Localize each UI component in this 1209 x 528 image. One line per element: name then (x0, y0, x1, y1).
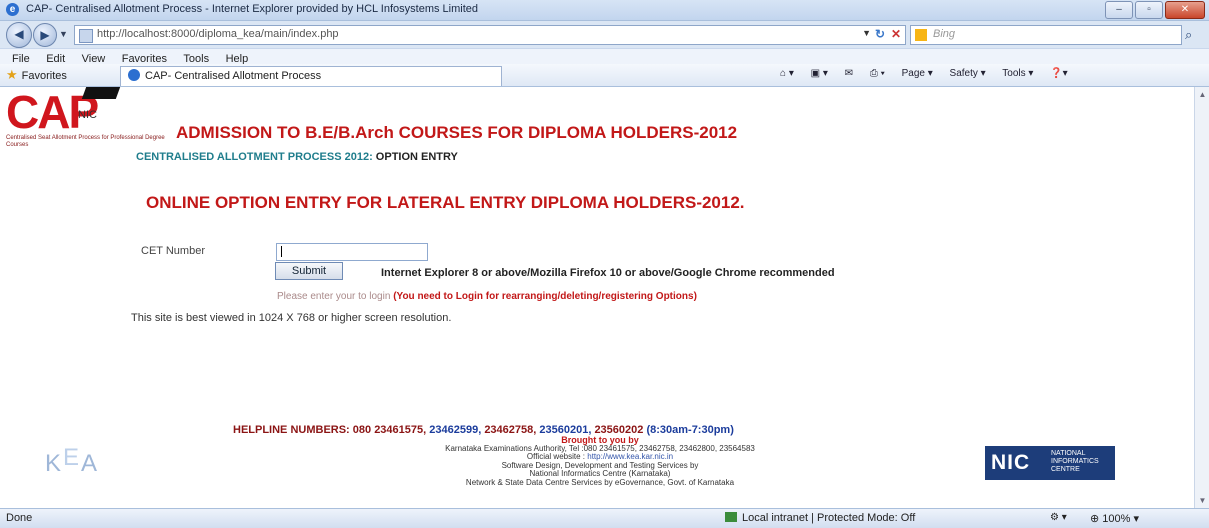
feeds-icon[interactable]: ▣ ▾ (811, 68, 828, 79)
network-credit: Network & State Data Centre Services by … (465, 477, 735, 487)
website-link[interactable]: http://www.kea.kar.nic.in (587, 452, 673, 461)
subheading-prefix: CENTRALISED ALLOTMENT PROCESS 2012: (136, 151, 373, 163)
zoom-text: 100% (1102, 513, 1131, 525)
close-button[interactable]: ✕ (1165, 1, 1205, 19)
nic-logo: NIC NATIONAL INFORMATICS CENTRE (985, 446, 1115, 480)
search-box[interactable]: Bing (910, 25, 1182, 45)
protected-icon[interactable]: ⚙ ▾ (1050, 512, 1067, 523)
refresh-icon[interactable]: ↻ (875, 27, 885, 41)
page-subheading: CENTRALISED ALLOTMENT PROCESS 2012: OPTI… (136, 151, 458, 163)
print-icon[interactable]: ⎙ ▾ (870, 68, 885, 79)
graduation-cap-icon (81, 87, 121, 99)
status-bar: Done Local intranet | Protected Mode: Of… (0, 508, 1209, 528)
mail-icon[interactable]: ✉ (845, 68, 853, 79)
help-icon[interactable]: ❓▾ (1050, 68, 1067, 79)
star-icon: ★ (6, 67, 18, 82)
logo-nic: NIC (78, 109, 97, 121)
nic-logo-text: NATIONAL INFORMATICS CENTRE (1051, 450, 1099, 473)
browser-tab[interactable]: CAP- Centralised Allotment Process (120, 66, 502, 86)
back-icon[interactable]: ◀ (6, 22, 32, 48)
scroll-up-icon[interactable]: ▲ (1195, 87, 1209, 102)
page-icon (79, 29, 93, 43)
login-hint: Please enter your to login (You need to … (277, 291, 697, 302)
zoom-level[interactable]: ⊕ 100% ▾ (1090, 512, 1139, 525)
bing-icon (915, 29, 927, 41)
status-text: Done (6, 512, 33, 524)
tab-ie-icon (128, 69, 140, 81)
submit-button[interactable]: Submit (275, 262, 343, 280)
menu-bar: File Edit View Favorites Tools Help (0, 48, 1209, 65)
minimize-button[interactable]: – (1105, 1, 1133, 19)
home-icon[interactable]: ⌂ ▾ (780, 68, 794, 79)
ie-icon: e (6, 3, 19, 16)
address-bar[interactable]: http://localhost:8000/diploma_kea/main/i… (74, 25, 906, 45)
cet-number-input[interactable] (276, 243, 428, 261)
forward-icon[interactable]: ▶ (33, 23, 57, 47)
window-title: CAP- Centralised Allotment Process - Int… (26, 3, 478, 15)
helpline-label: HELPLINE NUMBERS: 080 23461575, (233, 424, 427, 436)
address-dropdown-icon[interactable]: ▼ (862, 28, 871, 38)
cap-logo: CAP NIC Centralised Seat Allotment Proce… (6, 87, 165, 148)
tools-menu[interactable]: Tools ▾ (1002, 68, 1033, 79)
safety-menu[interactable]: Safety ▾ (950, 68, 986, 79)
favorites-button[interactable]: ★ Favorites (6, 67, 67, 83)
page-title: ONLINE OPTION ENTRY FOR LATERAL ENTRY DI… (146, 193, 745, 212)
security-zone: Local intranet | Protected Mode: Off (725, 512, 915, 524)
zone-text: Local intranet | Protected Mode: Off (742, 512, 916, 524)
login-note: (You need to Login for rearranging/delet… (393, 291, 697, 302)
browser-recommendation: Internet Explorer 8 or above/Mozilla Fir… (381, 267, 835, 279)
website-label: Official website : (526, 452, 586, 462)
vertical-scrollbar[interactable]: ▲ ▼ (1194, 87, 1209, 508)
helpline-time: (8:30am-7:30pm) (646, 424, 734, 436)
search-placeholder: Bing (933, 28, 956, 40)
kea-logo: KEA (45, 444, 100, 477)
search-icon[interactable]: ⌕ (1185, 27, 1192, 43)
favorites-label: Favorites (21, 70, 67, 82)
helpline-numbers: HELPLINE NUMBERS: 080 23461575, 23462599… (233, 424, 734, 436)
cet-number-label: CET Number (141, 245, 205, 257)
helpline-number: 23462758, (484, 424, 537, 436)
scroll-down-icon[interactable]: ▼ (1195, 493, 1209, 508)
intranet-icon (725, 512, 737, 522)
nic-logo-mark: NIC (991, 451, 1031, 474)
footer-credits: Brought to you by Karnataka Examinations… (280, 436, 920, 488)
helpline-number: 23462599, (429, 424, 482, 436)
maximize-button[interactable]: ▫ (1135, 1, 1163, 19)
tab-title: CAP- Centralised Allotment Process (145, 70, 322, 82)
page-menu[interactable]: Page ▾ (902, 68, 933, 79)
command-bar: ⌂ ▾ ▣ ▾ ✉ ⎙ ▾ Page ▾ Safety ▾ Tools ▾ ❓▾ (780, 68, 1082, 79)
login-hint-text: Please enter your to login (277, 291, 391, 302)
window-titlebar: e CAP- Centralised Allotment Process - I… (0, 0, 1209, 21)
subheading-suffix: OPTION ENTRY (375, 151, 458, 163)
recent-pages-dropdown-icon[interactable]: ▼ (59, 29, 68, 39)
page-heading: ADMISSION TO B.E/B.Arch COURSES FOR DIPL… (176, 123, 738, 142)
address-input[interactable]: http://localhost:8000/diploma_kea/main/i… (97, 28, 339, 40)
stop-icon[interactable]: ✕ (891, 27, 901, 41)
navigation-bar: ◀ ▶ ▼ http://localhost:8000/diploma_kea/… (0, 20, 1209, 48)
logo-subtitle: Centralised Seat Allotment Process for P… (6, 135, 165, 148)
page-viewport: CAP NIC Centralised Seat Allotment Proce… (0, 87, 1194, 508)
best-view-note: This site is best viewed in 1024 X 768 o… (131, 312, 452, 324)
favorites-bar: ★ Favorites CAP- Centralised Allotment Pr… (0, 64, 1209, 87)
